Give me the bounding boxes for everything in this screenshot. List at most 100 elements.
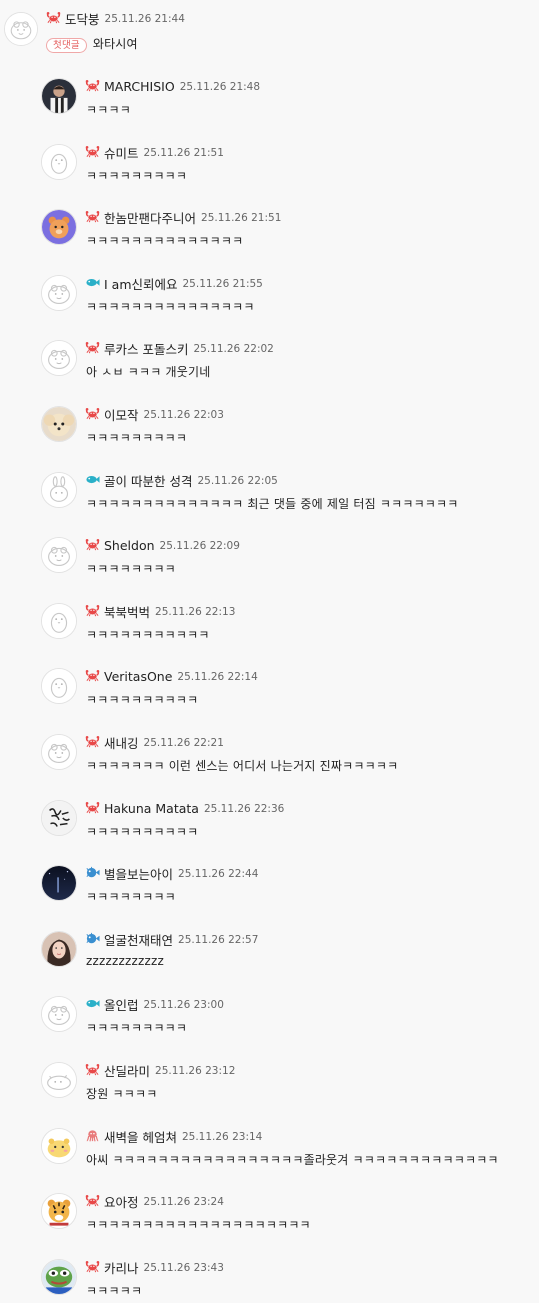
timestamp: 25.11.26 22:14 (177, 670, 258, 683)
timestamp: 25.11.26 22:09 (159, 539, 240, 552)
nickname[interactable]: 이모작 (104, 405, 139, 424)
level-crab-icon (85, 602, 104, 621)
nickname[interactable]: MARCHISIO (104, 79, 175, 94)
comment-text: ㅋㅋㅋㅋㅋㅋㅋㅋㅋㅋㅋㅋㅋㅋ 최근 댓들 중에 제일 터짐 ㅋㅋㅋㅋㅋㅋㅋ (86, 497, 459, 511)
timestamp: 25.11.26 22:02 (193, 342, 274, 355)
timestamp: 25.11.26 23:43 (143, 1261, 224, 1274)
timestamp: 25.11.26 22:03 (143, 408, 224, 421)
timestamp: 25.11.26 22:21 (143, 736, 224, 749)
comment-text: 아 ㅅㅂ ㅋㅋㅋ 개웃기네 (86, 365, 211, 379)
avatar[interactable] (41, 734, 77, 770)
timestamp: 25.11.26 21:51 (201, 211, 282, 224)
avatar[interactable] (41, 144, 77, 180)
level-fish-icon (85, 471, 104, 490)
comment-text: ㅋㅋㅋㅋㅋㅋㅋ 이런 센스는 어디서 나는거지 진짜ㅋㅋㅋㅋㅋ (86, 759, 399, 773)
avatar[interactable] (41, 472, 77, 508)
level-crab-icon (46, 9, 65, 28)
avatar[interactable] (41, 406, 77, 442)
avatar[interactable] (41, 996, 77, 1032)
timestamp: 25.11.26 23:14 (181, 1130, 263, 1143)
nickname[interactable]: 산딜라미 (104, 1061, 150, 1080)
level-octopus-icon (85, 1127, 104, 1146)
avatar[interactable] (41, 668, 77, 704)
level-crab-icon (85, 799, 104, 818)
comment-text: ㅋㅋㅋㅋㅋ (86, 1284, 143, 1298)
level-crab-icon (85, 339, 104, 358)
avatar[interactable] (41, 603, 77, 639)
level-crab-icon (85, 667, 104, 686)
nickname[interactable]: 카리나 (104, 1258, 139, 1277)
level-crab-icon (85, 208, 104, 227)
level-crab-icon (85, 1258, 104, 1277)
avatar[interactable] (41, 1193, 77, 1229)
comment-text: ㅋㅋㅋㅋㅋㅋㅋㅋㅋ (86, 169, 188, 183)
timestamp: 25.11.26 23:00 (143, 998, 224, 1011)
level-crab-icon (85, 1192, 104, 1211)
comment-text: ㅋㅋㅋㅋㅋㅋㅋㅋㅋㅋ (86, 825, 199, 839)
timestamp: 25.11.26 22:05 (197, 474, 278, 487)
comment-text: ㅋㅋㅋㅋㅋㅋㅋㅋㅋ (86, 1021, 188, 1035)
nickname[interactable]: 별을보는아이 (104, 864, 173, 883)
avatar[interactable] (41, 1128, 77, 1164)
avatar[interactable] (41, 78, 77, 114)
comment-text: ㅋㅋㅋㅋㅋㅋㅋㅋㅋ (86, 431, 188, 445)
timestamp: 25.11.26 22:36 (203, 802, 285, 815)
level-blowfish-icon (85, 864, 104, 883)
avatar[interactable] (41, 865, 77, 901)
avatar[interactable] (41, 1062, 77, 1098)
avatar[interactable] (41, 1259, 77, 1295)
timestamp: 25.11.26 22:44 (178, 867, 259, 880)
nickname[interactable]: 새내깅 (104, 733, 139, 752)
level-crab-icon (85, 1061, 104, 1080)
nickname[interactable]: Sheldon (104, 538, 155, 553)
timestamp: 25.11.26 21:55 (182, 277, 263, 290)
avatar[interactable] (41, 800, 77, 836)
level-crab-icon (85, 733, 104, 752)
level-fish-icon (85, 274, 104, 293)
nickname[interactable]: 도닥붕 (65, 9, 100, 28)
nickname[interactable]: 슈미트 (104, 143, 139, 162)
timestamp: 25.11.26 21:48 (179, 80, 261, 93)
comment-text: 아씨 ㅋㅋㅋㅋㅋㅋㅋㅋㅋㅋㅋㅋㅋㅋㅋㅋㅋ졸라웃겨 ㅋㅋㅋㅋㅋㅋㅋㅋㅋㅋㅋㅋㅋ (86, 1153, 499, 1167)
level-fish-icon (85, 995, 104, 1014)
avatar[interactable] (41, 209, 77, 245)
comment-text: ㅋㅋㅋㅋㅋㅋㅋㅋㅋㅋ (86, 693, 199, 707)
nickname[interactable]: 요아정 (104, 1192, 139, 1211)
nickname[interactable]: VeritasOne (104, 669, 172, 684)
comment-text: ㅋㅋㅋㅋㅋㅋㅋㅋ (86, 890, 176, 904)
avatar[interactable] (41, 275, 77, 311)
timestamp: 25.11.26 23:12 (155, 1064, 236, 1077)
avatar[interactable] (41, 340, 77, 376)
nickname[interactable]: 올인럽 (104, 995, 139, 1014)
comment-text: ㅋㅋㅋㅋㅋㅋㅋㅋㅋㅋㅋ (86, 628, 210, 642)
avatar[interactable] (4, 12, 38, 46)
avatar[interactable] (41, 537, 77, 573)
timestamp: 25.11.26 21:44 (104, 12, 185, 25)
nickname[interactable]: Hakuna Matata (104, 801, 199, 816)
level-crab-icon (85, 77, 104, 96)
first-comment-badge: 첫댓글 (46, 38, 87, 53)
timestamp: 25.11.26 22:13 (155, 605, 236, 618)
nickname[interactable]: 얼굴천재태연 (104, 930, 173, 949)
comment-text: ㅋㅋㅋㅋㅋㅋㅋㅋㅋㅋㅋㅋㅋㅋㅋ (86, 300, 255, 314)
nickname[interactable]: 북북벅벅 (104, 602, 150, 621)
nickname[interactable]: I am신뢰에요 (104, 274, 178, 293)
nickname[interactable]: 골이 따분한 성격 (104, 471, 192, 490)
comment-text: ㅋㅋㅋㅋㅋㅋㅋㅋㅋㅋㅋㅋㅋㅋ (86, 234, 244, 248)
comment-text: 와타시여 (92, 37, 138, 51)
level-crab-icon (85, 143, 104, 162)
nickname[interactable]: 루카스 포돌스키 (104, 339, 188, 358)
nickname[interactable]: 새벽을 헤엄쳐 (104, 1127, 177, 1146)
nickname[interactable]: 한놈만팬다주니어 (104, 208, 196, 227)
level-crab-icon (85, 536, 104, 555)
comment-text: ㅋㅋㅋㅋㅋㅋㅋㅋㅋㅋㅋㅋㅋㅋㅋㅋㅋㅋㅋㅋ (86, 1218, 311, 1232)
comment-text: ㅋㅋㅋㅋ (86, 103, 131, 117)
timestamp: 25.11.26 22:57 (178, 933, 259, 946)
avatar[interactable] (41, 931, 77, 967)
comment-text: 장원 ㅋㅋㅋㅋ (86, 1087, 158, 1101)
timestamp: 25.11.26 23:24 (143, 1195, 224, 1208)
level-blowfish-icon (85, 930, 104, 949)
comment-text: zzzzzzzzzzzz (86, 954, 164, 968)
comment-text: ㅋㅋㅋㅋㅋㅋㅋㅋ (86, 562, 176, 576)
timestamp: 25.11.26 21:51 (143, 146, 224, 159)
